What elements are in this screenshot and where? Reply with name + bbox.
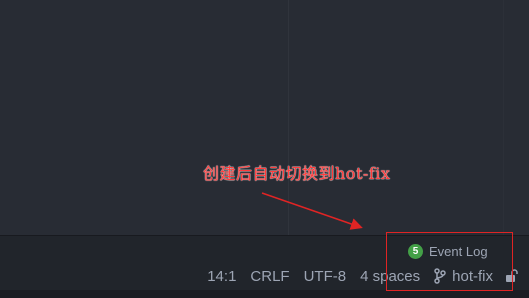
file-encoding[interactable]: UTF-8: [304, 268, 347, 285]
arrow-line: [261, 192, 363, 230]
line-separator[interactable]: CRLF: [250, 268, 289, 285]
cursor-position[interactable]: 14:1: [207, 268, 236, 285]
annotation-highlight-box: [386, 232, 513, 291]
bottom-strip: [0, 290, 529, 298]
